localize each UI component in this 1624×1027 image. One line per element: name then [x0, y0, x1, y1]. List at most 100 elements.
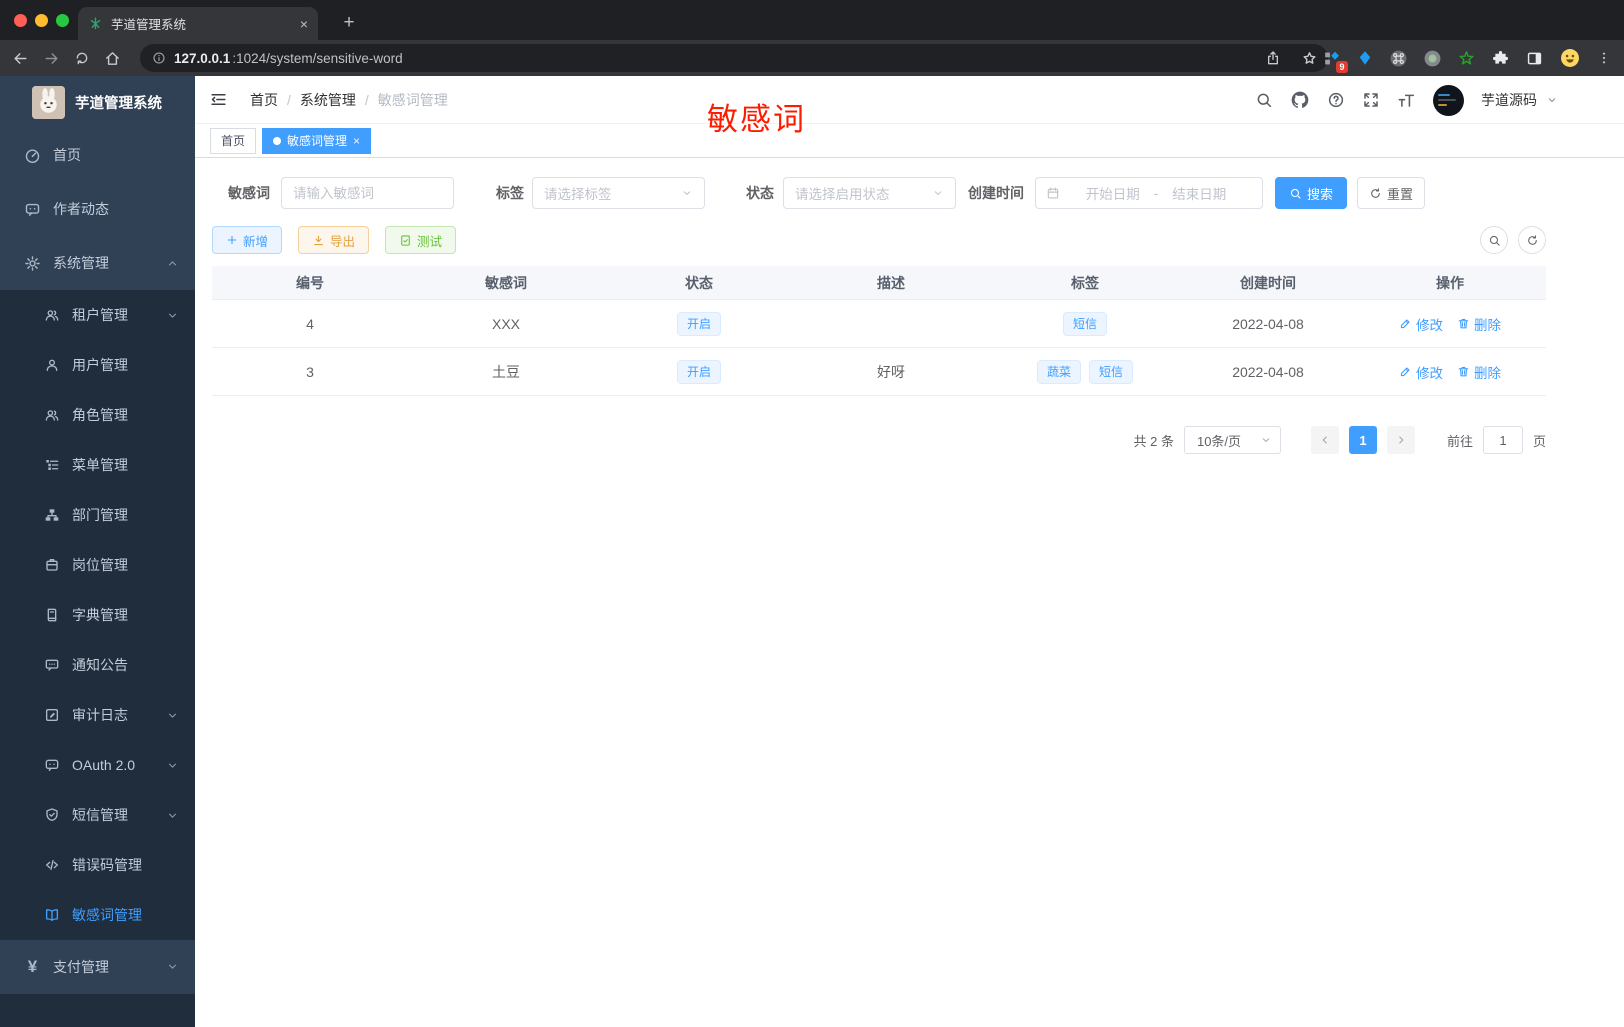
bookmark-star-icon[interactable]: [1301, 50, 1318, 67]
zoom-window-button[interactable]: [56, 13, 69, 27]
sidebar-item-oauth[interactable]: OAuth 2.0: [0, 740, 195, 790]
url-bar[interactable]: 127.0.0.1:1024/system/sensitive-word: [140, 44, 1328, 72]
logo-row[interactable]: 芋道管理系统: [0, 76, 195, 128]
sidebar-item-pay[interactable]: ¥ 支付管理: [0, 940, 195, 993]
table-toolbar: 新增 导出 测试: [212, 226, 1546, 254]
sidebar-item-sms[interactable]: 短信管理: [0, 790, 195, 840]
green-star-extension-icon[interactable]: [1457, 49, 1476, 68]
page-number-button[interactable]: 1: [1348, 426, 1377, 454]
browser-tab[interactable]: 芋道管理系统 ×: [78, 7, 318, 40]
page-unit-label: 页: [1532, 433, 1546, 449]
sidebar-item-notice[interactable]: 通知公告: [0, 640, 195, 690]
test-button[interactable]: 测试: [385, 226, 457, 254]
tab-close-icon[interactable]: ×: [300, 17, 308, 31]
edit-link[interactable]: 修改: [1399, 362, 1443, 382]
trash-icon: [1457, 317, 1470, 330]
close-window-button[interactable]: [14, 13, 27, 27]
refresh-icon: [1369, 187, 1382, 200]
sidebar-item-label: 角色管理: [72, 407, 128, 423]
delete-link[interactable]: 删除: [1457, 314, 1501, 334]
home-icon[interactable]: [104, 50, 121, 67]
refresh-table-button[interactable]: [1518, 226, 1546, 254]
edit-pencil-icon: [1399, 317, 1412, 330]
tab-close-icon[interactable]: ×: [353, 134, 360, 148]
status-select[interactable]: 请选择启用状态: [783, 177, 956, 209]
sidebar: 芋道管理系统 首页 作者动态 系统管理 租户管理 用户管理 角色管理 菜单管理 …: [0, 76, 195, 1027]
sidebar-fold-icon[interactable]: [209, 90, 228, 109]
help-icon[interactable]: [1327, 91, 1345, 109]
sidebar-item-dept[interactable]: 部门管理: [0, 490, 195, 540]
sidebar-item-author-news[interactable]: 作者动态: [0, 182, 195, 236]
cell-word: XXX: [491, 315, 520, 332]
extension-grid-icon[interactable]: 9: [1322, 49, 1348, 73]
refresh-icon: [1526, 234, 1539, 247]
add-button[interactable]: 新增: [212, 226, 283, 254]
tag-label: 标签: [496, 185, 524, 201]
delete-link[interactable]: 删除: [1457, 362, 1501, 382]
trash-icon: [1457, 365, 1470, 378]
status-badge[interactable]: 开启: [676, 359, 721, 384]
breadcrumb-system[interactable]: 系统管理: [300, 90, 356, 110]
export-button[interactable]: 导出: [298, 226, 370, 254]
goto-label: 前往: [1446, 433, 1473, 449]
sidebar-item-home[interactable]: 首页: [0, 128, 195, 182]
back-icon[interactable]: [12, 50, 29, 67]
user-caret-down-icon[interactable]: [1546, 94, 1558, 106]
tag-badge: 短信: [1089, 359, 1134, 384]
toggle-search-button[interactable]: [1480, 226, 1508, 254]
date-range-picker[interactable]: 开始日期 - 结束日期: [1035, 177, 1263, 209]
sidebar-item-system[interactable]: 系统管理: [0, 236, 195, 290]
tab-sensitive-word[interactable]: 敏感词管理 ×: [262, 127, 372, 154]
badge-icon: [44, 557, 60, 573]
font-size-icon[interactable]: [1397, 91, 1416, 110]
forward-icon[interactable]: [43, 50, 60, 67]
sidebar-item-sensitive-word[interactable]: 敏感词管理: [0, 890, 195, 940]
search-form: 敏感词 标签 请选择标签 状态 请选择启用状态 创建时间 开始日期 - 结束日期: [195, 177, 1624, 209]
minimize-window-button[interactable]: [35, 13, 48, 27]
side-panel-icon[interactable]: [1525, 49, 1544, 68]
sidebar-item-post[interactable]: 岗位管理: [0, 540, 195, 590]
sidebar-item-audit-log[interactable]: 审计日志: [0, 690, 195, 740]
org-chart-icon: [44, 507, 60, 523]
next-page-button[interactable]: [1386, 426, 1415, 454]
sidebar-item-menu[interactable]: 菜单管理: [0, 440, 195, 490]
prev-page-button[interactable]: [1310, 426, 1339, 454]
goto-page-input[interactable]: [1482, 426, 1523, 454]
user-name[interactable]: 芋道源码: [1481, 90, 1537, 110]
sidebar-item-role[interactable]: 角色管理: [0, 390, 195, 440]
sidebar-item-tenant[interactable]: 租户管理: [0, 290, 195, 340]
new-tab-button[interactable]: +: [336, 10, 362, 36]
calendar-icon: [1046, 186, 1060, 200]
tab-home[interactable]: 首页: [210, 127, 257, 154]
edit-link[interactable]: 修改: [1399, 314, 1443, 334]
url-path: :1024/system/sensitive-word: [232, 50, 403, 66]
browser-menu-icon[interactable]: [1596, 50, 1612, 66]
extensions-puzzle-icon[interactable]: [1491, 49, 1510, 68]
command-extension-icon[interactable]: [1389, 49, 1408, 68]
search-button[interactable]: 搜索: [1275, 177, 1347, 209]
user-avatar[interactable]: [1433, 84, 1464, 116]
keyword-input[interactable]: [293, 185, 442, 201]
fullscreen-icon[interactable]: [1362, 91, 1380, 109]
gray-circle-extension-icon[interactable]: [1423, 49, 1442, 68]
sidebar-item-user[interactable]: 用户管理: [0, 340, 195, 390]
search-icon[interactable]: [1255, 91, 1273, 109]
chevron-down-icon: [166, 809, 179, 822]
profile-emoji-avatar[interactable]: [1559, 47, 1581, 69]
vue-devtools-icon[interactable]: [1356, 49, 1374, 67]
breadcrumb-home[interactable]: 首页: [250, 90, 278, 110]
sidebar-item-label: OAuth 2.0: [72, 757, 136, 773]
sidebar-item-dict[interactable]: 字典管理: [0, 590, 195, 640]
sidebar-item-label: 短信管理: [72, 807, 128, 823]
window-controls: [14, 13, 69, 27]
sidebar-item-error-code[interactable]: 错误码管理: [0, 840, 195, 890]
github-icon[interactable]: [1290, 90, 1310, 110]
status-badge[interactable]: 开启: [676, 311, 721, 336]
reset-button[interactable]: 重置: [1357, 177, 1425, 209]
share-icon[interactable]: [1265, 50, 1281, 66]
reload-icon[interactable]: [74, 50, 90, 66]
tag-select[interactable]: 请选择标签: [532, 177, 705, 209]
site-info-icon[interactable]: [152, 51, 166, 65]
tags-view-bar: 首页 敏感词管理 ×: [195, 124, 1624, 158]
page-size-select[interactable]: 10条/页: [1183, 426, 1281, 454]
